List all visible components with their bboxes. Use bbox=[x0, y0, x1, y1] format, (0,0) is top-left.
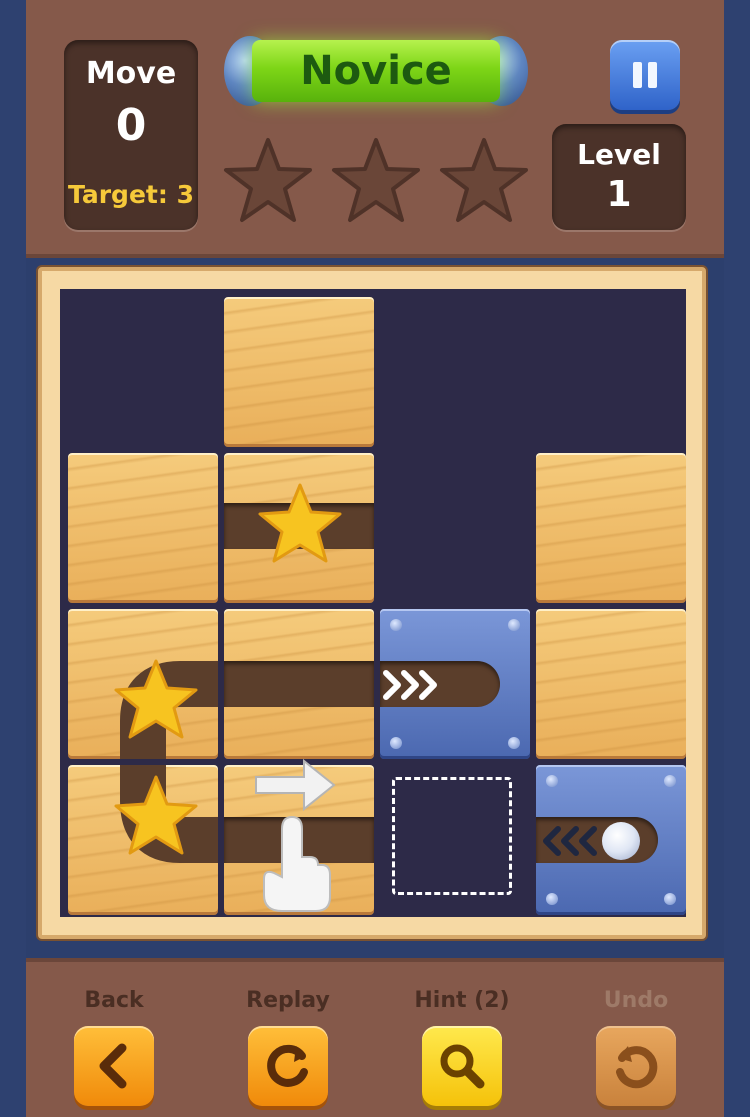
level-panel: Level 1 bbox=[552, 124, 686, 230]
side-margin-right bbox=[724, 0, 750, 1117]
back-button[interactable] bbox=[74, 1026, 154, 1106]
chevrons-left-icon bbox=[543, 826, 597, 856]
level-value: 1 bbox=[606, 174, 632, 215]
wood-tile[interactable] bbox=[536, 453, 686, 603]
undo-icon bbox=[616, 1046, 658, 1089]
target-label: Target: 3 bbox=[68, 180, 194, 209]
wood-tile-straight-path[interactable] bbox=[224, 453, 374, 603]
star-empty-icon-3 bbox=[440, 138, 528, 222]
board-frame bbox=[38, 267, 706, 939]
puzzle-board bbox=[60, 289, 686, 917]
wood-tile[interactable] bbox=[536, 609, 686, 759]
replay-icon bbox=[267, 1044, 308, 1087]
wood-tile[interactable] bbox=[224, 297, 374, 447]
drop-target-hint bbox=[392, 777, 512, 895]
footer-toolbar: Back Replay Hint (2) Undo bbox=[26, 958, 724, 1117]
magnifier-icon bbox=[440, 1044, 485, 1089]
goal-tile bbox=[380, 609, 530, 759]
move-value: 0 bbox=[115, 100, 147, 151]
wood-tile-curve-path[interactable] bbox=[68, 765, 218, 915]
undo-label: Undo bbox=[603, 988, 669, 1013]
level-label: Level bbox=[577, 138, 661, 171]
start-tile bbox=[536, 765, 686, 915]
wood-tile[interactable] bbox=[68, 453, 218, 603]
replay-label: Replay bbox=[246, 988, 330, 1013]
replay-button[interactable] bbox=[248, 1026, 328, 1106]
move-label: Move bbox=[85, 56, 177, 91]
star-empty-icon-1 bbox=[224, 138, 312, 222]
hint-button[interactable] bbox=[422, 1026, 502, 1106]
ball bbox=[602, 822, 640, 860]
difficulty-badge: Novice bbox=[224, 36, 528, 106]
chevrons-right-icon bbox=[383, 670, 437, 700]
wood-tile-straight-path[interactable] bbox=[224, 609, 374, 759]
header-bar: Move 0 Target: 3 Novice Level 1 bbox=[26, 0, 724, 258]
star-empty-icon-2 bbox=[332, 138, 420, 222]
star-rating bbox=[218, 132, 534, 232]
difficulty-label: Novice bbox=[252, 40, 500, 102]
move-counter-panel: Move 0 Target: 3 bbox=[64, 40, 198, 230]
side-margin-left bbox=[0, 0, 26, 1117]
chevron-left-icon bbox=[99, 1043, 127, 1089]
undo-button[interactable] bbox=[596, 1026, 676, 1106]
wood-tile-straight-path[interactable] bbox=[224, 765, 374, 915]
pause-button[interactable] bbox=[610, 40, 680, 110]
hint-label: Hint (2) bbox=[414, 988, 510, 1013]
wood-tile-curve-path[interactable] bbox=[68, 609, 218, 759]
back-label: Back bbox=[84, 988, 144, 1013]
